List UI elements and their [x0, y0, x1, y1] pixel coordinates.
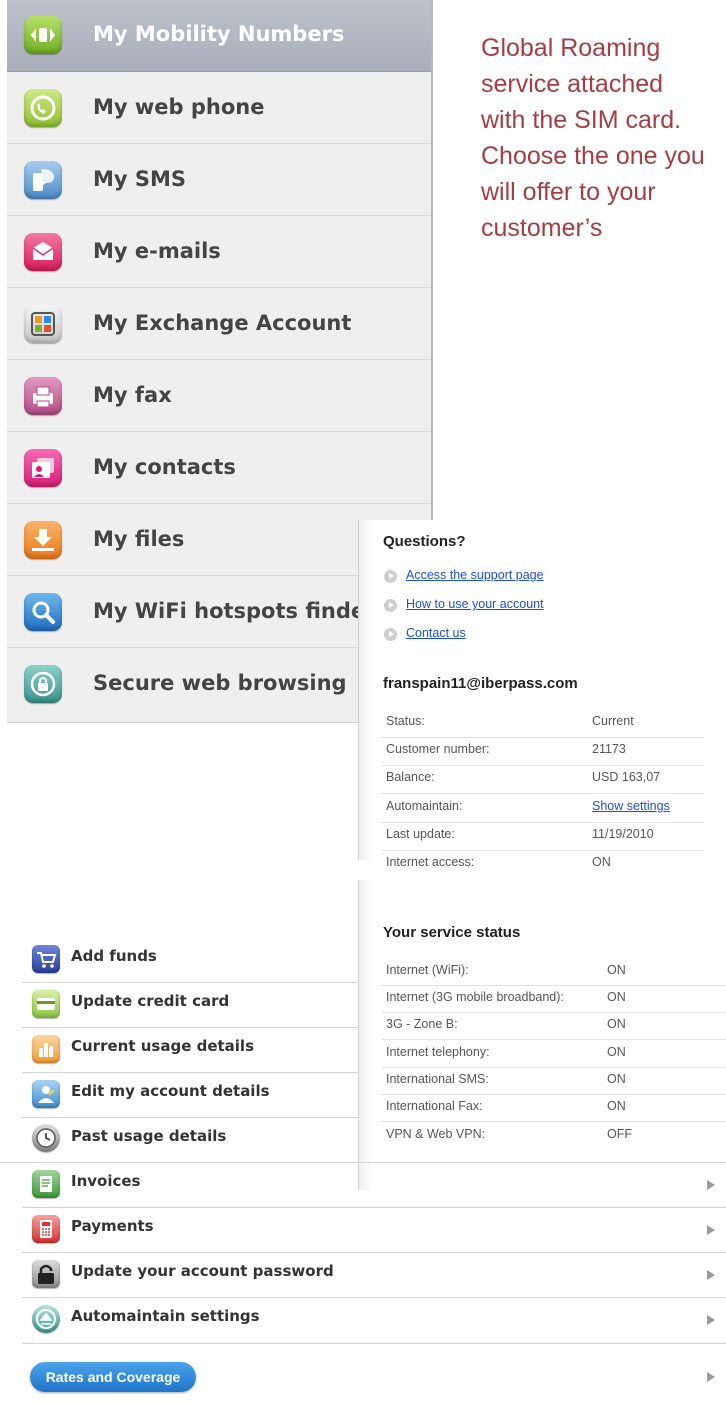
menu-item-my-web-phone[interactable]: My web phone [7, 72, 431, 144]
past-usage-details-item[interactable]: Past usage details [22, 1120, 358, 1160]
menu-item-label: My Exchange Account [93, 311, 352, 335]
clock-icon [32, 1124, 60, 1152]
account-edit-icon [32, 1080, 60, 1108]
menu-item-label: My SMS [93, 167, 187, 191]
service-wifi-value: ON [607, 963, 626, 977]
service-sms-value: ON [607, 1072, 626, 1086]
contacts-icon [24, 449, 62, 487]
chevron-right-icon[interactable] [707, 1225, 715, 1235]
global-roaming-promo-text: Global Roaming service attached with the… [481, 34, 705, 242]
menu-item-label: My WiFi hotspots finder [93, 599, 376, 623]
show-settings-link[interactable]: Show settings [592, 799, 670, 813]
service-zone-b-label: 3G - Zone B: [386, 1017, 458, 1031]
support-page-link[interactable]: Access the support page [406, 568, 544, 582]
internet-access-label: Internet access: [386, 855, 475, 869]
service-telephony-value: ON [607, 1045, 626, 1059]
menu-item-my-fax[interactable]: My fax [7, 360, 431, 432]
last-update-value: 11/19/2010 [592, 827, 654, 841]
edit-account-details-item[interactable]: Edit my account details [22, 1075, 358, 1115]
internet-access-value: ON [592, 855, 611, 869]
chevron-right-icon[interactable] [707, 1372, 715, 1382]
envelope-icon [24, 233, 62, 271]
menu-item-label: My files [93, 527, 185, 551]
bullet-arrow-icon [384, 628, 397, 641]
update-credit-card-item[interactable]: Update credit card [22, 985, 358, 1025]
exchange-icon [24, 305, 62, 343]
bar-chart-icon [32, 1035, 60, 1063]
invoices-label: Invoices [71, 1172, 141, 1190]
update-password-item[interactable]: Update your account password [22, 1255, 712, 1295]
fax-icon [24, 377, 62, 415]
customer-number-label: Customer number: [386, 742, 490, 756]
menu-item-label: Secure web browsing [93, 671, 347, 695]
chevron-right-icon[interactable] [707, 1315, 715, 1325]
edit-account-details-label: Edit my account details [71, 1082, 270, 1100]
menu-item-label: My web phone [93, 95, 265, 119]
web-phone-icon [24, 89, 62, 127]
cart-icon [32, 945, 60, 973]
menu-item-my-exchange-account[interactable]: My Exchange Account [7, 288, 431, 360]
service-wifi-label: Internet (WiFi): [386, 963, 469, 977]
current-usage-details-item[interactable]: Current usage details [22, 1030, 358, 1070]
service-vpn-label: VPN & Web VPN: [386, 1127, 486, 1141]
sms-phone-icon [24, 161, 62, 199]
menu-item-label: My fax [93, 383, 172, 407]
chevron-right-icon[interactable] [707, 1270, 715, 1280]
questions-heading: Questions? [383, 533, 466, 550]
chevron-right-icon[interactable] [707, 1180, 715, 1190]
menu-item-my-contacts[interactable]: My contacts [7, 432, 431, 504]
current-usage-details-label: Current usage details [71, 1037, 255, 1055]
settings-arrows-icon [32, 1305, 60, 1333]
bullet-arrow-icon [384, 599, 397, 612]
lock-icon [24, 665, 62, 703]
service-telephony-label: Internet telephony: [386, 1045, 490, 1059]
service-3g-value: ON [607, 990, 626, 1004]
padlock-icon [32, 1260, 60, 1288]
service-sms-label: International SMS: [386, 1072, 489, 1086]
magnifier-icon [24, 593, 62, 631]
payments-label: Payments [71, 1217, 154, 1235]
status-value: Current [592, 714, 634, 728]
status-label: Status: [386, 714, 425, 728]
update-credit-card-label: Update credit card [71, 992, 230, 1010]
invoices-item[interactable]: Invoices [22, 1165, 712, 1205]
service-fax-label: International Fax: [386, 1099, 483, 1113]
menu-item-label: My contacts [93, 455, 236, 479]
contact-us-link[interactable]: Contact us [406, 626, 466, 640]
menu-item-label: My e-mails [93, 239, 221, 263]
balance-value: USD 163,07 [592, 770, 661, 784]
download-icon [24, 521, 62, 559]
rates-and-coverage-button[interactable]: Rates and Coverage [30, 1362, 196, 1392]
credit-card-icon [32, 990, 60, 1018]
how-to-use-link[interactable]: How to use your account [406, 597, 544, 611]
add-funds-label: Add funds [71, 947, 157, 965]
service-zone-b-value: ON [607, 1017, 626, 1031]
bullet-arrow-icon [384, 570, 397, 583]
menu-item-my-sms[interactable]: My SMS [7, 144, 431, 216]
last-update-label: Last update: [386, 827, 455, 841]
automaintain-settings-label: Automaintain settings [71, 1307, 260, 1325]
payments-item[interactable]: Payments [22, 1210, 712, 1250]
service-3g-label: Internet (3G mobile broadband): [386, 990, 564, 1004]
service-status-heading: Your service status [383, 924, 521, 941]
menu-item-label: My Mobility Numbers [93, 22, 345, 46]
account-email: franspain11@iberpass.com [383, 675, 578, 692]
service-vpn-value: OFF [607, 1127, 632, 1141]
menu-item-my-emails[interactable]: My e-mails [7, 216, 431, 288]
customer-number-value: 21173 [592, 742, 626, 756]
balance-label: Balance: [386, 770, 435, 784]
phone-arrows-icon [24, 16, 62, 54]
service-fax-value: ON [607, 1099, 626, 1113]
menu-item-my-mobility-numbers[interactable]: My Mobility Numbers [7, 0, 431, 72]
add-funds-item[interactable]: Add funds [22, 940, 358, 980]
calculator-icon [32, 1215, 60, 1243]
invoice-icon [32, 1170, 60, 1198]
update-password-label: Update your account password [71, 1262, 334, 1280]
past-usage-details-label: Past usage details [71, 1127, 227, 1145]
automaintain-settings-item[interactable]: Automaintain settings [22, 1300, 712, 1340]
automaintain-label: Automaintain: [386, 799, 463, 813]
